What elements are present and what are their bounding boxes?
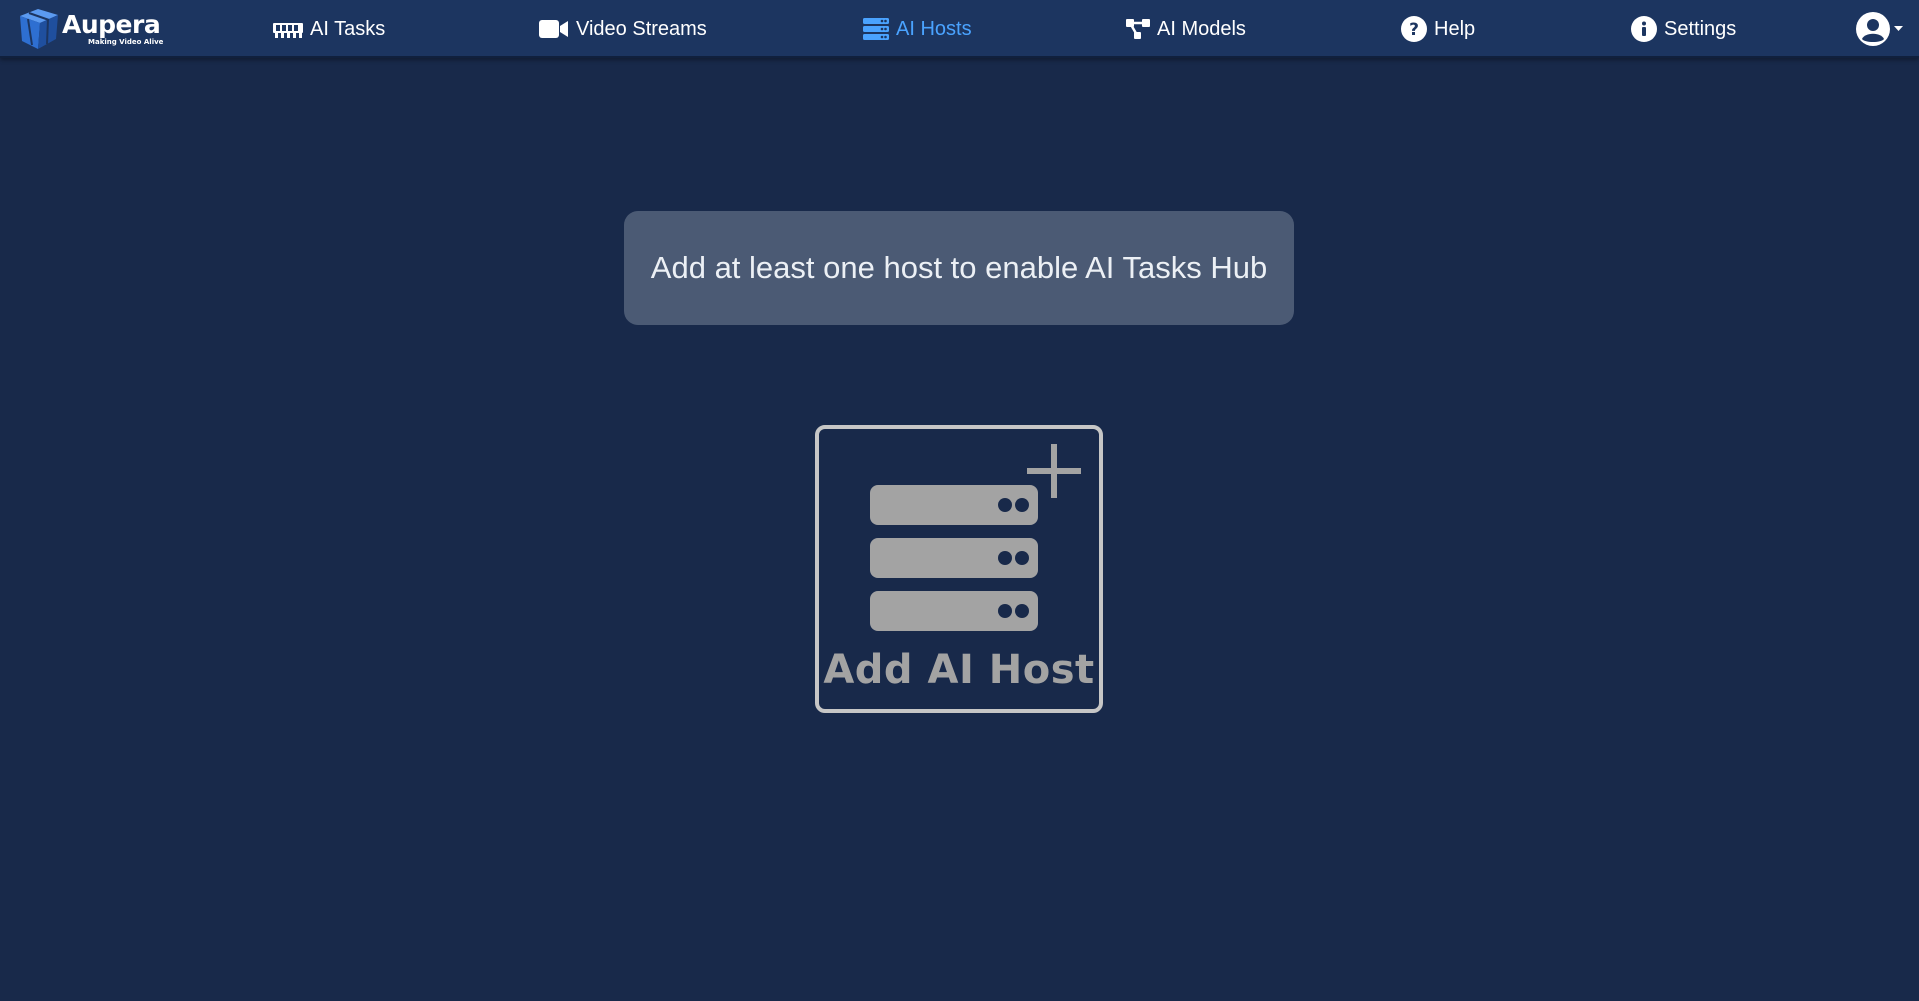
brand-name: Aupera: [62, 10, 161, 39]
ai-tasks-icon: [273, 23, 303, 38]
user-menu[interactable]: [1856, 0, 1903, 58]
nav-video-streams[interactable]: Video Streams: [539, 0, 707, 58]
nav-ai-models[interactable]: AI Models: [1126, 0, 1246, 58]
info-circle-icon: [1631, 16, 1657, 42]
nav-label-help: Help: [1434, 17, 1476, 40]
top-navbar: Aupera Making Video Alive AI Tasks Video…: [0, 0, 1919, 58]
aupera-cube-icon: [20, 9, 58, 49]
nav-label-ai-tasks: AI Tasks: [310, 17, 386, 40]
video-camera-icon: [539, 20, 568, 38]
nav-label-ai-hosts: AI Hosts: [896, 17, 972, 40]
user-circle-icon: [1856, 12, 1890, 46]
server-add-icon: [870, 444, 1081, 631]
aupera-logo[interactable]: Aupera Making Video Alive: [14, 5, 164, 53]
nav-ai-hosts[interactable]: AI Hosts: [863, 0, 972, 58]
notice-text: Add at least one host to enable AI Tasks…: [650, 250, 1268, 285]
caret-down-icon: [1894, 26, 1903, 31]
notice-banner: Add at least one host to enable AI Tasks…: [624, 211, 1294, 325]
brand-tagline: Making Video Alive: [88, 38, 164, 46]
svg-text:?: ?: [1409, 20, 1419, 40]
nav-label-ai-models: AI Models: [1157, 17, 1246, 40]
add-ai-host-button[interactable]: Add AI Host: [815, 425, 1103, 713]
server-icon: [863, 18, 889, 40]
nav-label-settings: Settings: [1664, 17, 1737, 40]
nav-ai-tasks[interactable]: AI Tasks: [273, 0, 385, 58]
model-network-icon: [1126, 19, 1150, 39]
nav-label-video-streams: Video Streams: [576, 17, 707, 40]
nav-settings[interactable]: Settings: [1631, 0, 1736, 58]
add-ai-host-label: Add AI Host: [823, 647, 1095, 693]
question-circle-icon: ?: [1401, 16, 1427, 42]
nav-help[interactable]: ? Help: [1401, 0, 1475, 58]
